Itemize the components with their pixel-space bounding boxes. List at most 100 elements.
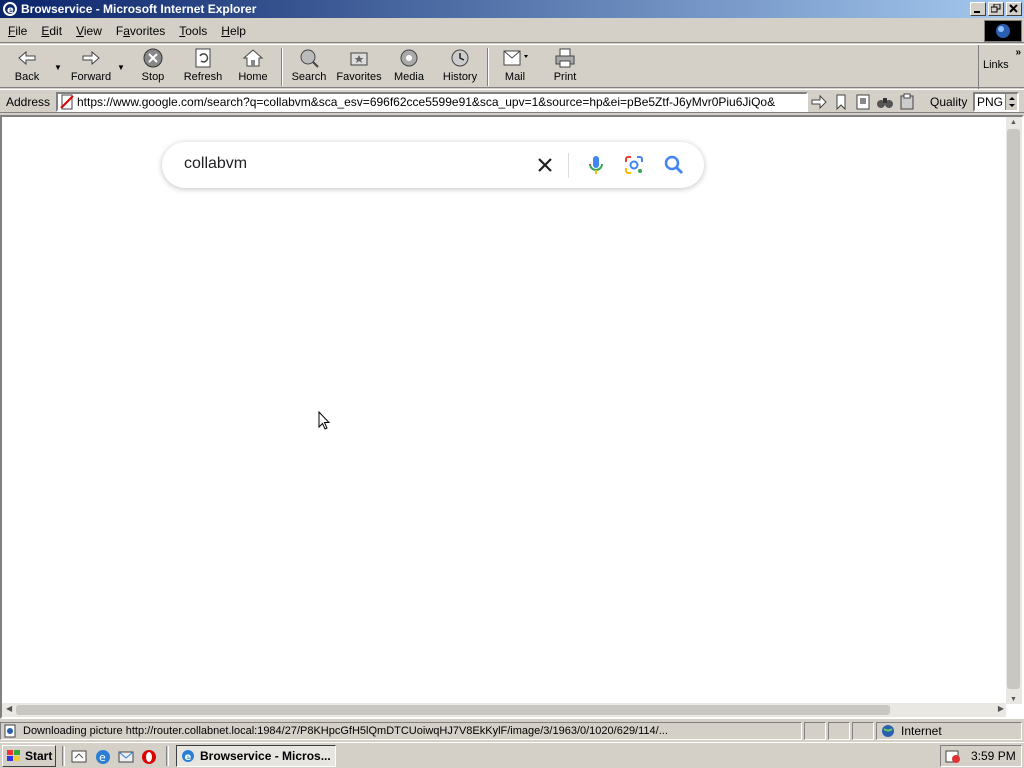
search-magnifier-icon[interactable] (662, 153, 686, 177)
svg-text:e: e (99, 751, 106, 764)
search-query[interactable]: collabvm (184, 155, 247, 173)
title-bar: e Browservice - Microsoft Internet Explo… (0, 0, 1024, 18)
vertical-scrollbar[interactable]: ▲ ▼ (1006, 117, 1022, 704)
page-icon (60, 94, 74, 110)
links-bar[interactable]: » Links (978, 45, 1024, 89)
bookmark-icon[interactable] (832, 93, 850, 111)
menu-bar: File Edit View Favorites Tools Help (0, 19, 1024, 43)
clear-icon[interactable] (534, 154, 556, 176)
scroll-up-icon[interactable]: ▲ (1010, 119, 1017, 126)
menu-favorites[interactable]: Favorites (108, 24, 171, 38)
mouse-cursor-icon (318, 411, 331, 430)
google-lens-icon[interactable] (622, 153, 646, 177)
menu-tools[interactable]: Tools (171, 24, 213, 38)
favorites-button[interactable]: Favorites (334, 47, 384, 87)
menu-file[interactable]: File (0, 24, 33, 38)
forward-arrow-icon (82, 50, 100, 66)
menu-help[interactable]: Help (213, 24, 252, 38)
find-binoculars-icon[interactable] (876, 93, 894, 111)
printer-icon (555, 48, 575, 68)
clock: 3:59 PM (971, 749, 1016, 763)
quality-value: PNG (977, 95, 1004, 109)
ie-window-icon: e (182, 750, 194, 763)
refresh-button[interactable]: Refresh (182, 47, 224, 87)
internet-explorer-icon[interactable]: e (94, 748, 112, 766)
status-message-pane: Downloading picture http://router.collab… (0, 722, 802, 740)
ie-icon: e (3, 2, 17, 16)
refresh-icon (195, 48, 211, 68)
minimize-button[interactable] (970, 2, 986, 16)
opera-icon[interactable] (140, 748, 158, 766)
scheduler-icon[interactable] (945, 748, 961, 764)
address-url: https://www.google.com/search?q=collabvm… (77, 95, 776, 109)
toolbar-separator (281, 48, 283, 86)
standard-toolbar: Back ▼ Forward ▼ Stop Refresh Home Searc… (0, 44, 1024, 89)
google-search-box[interactable]: collabvm (162, 142, 704, 188)
address-input[interactable]: https://www.google.com/search?q=collabvm… (56, 92, 808, 112)
media-icon (400, 49, 418, 67)
close-button[interactable] (1006, 2, 1022, 16)
back-dropdown-icon[interactable]: ▼ (54, 63, 62, 72)
taskbar-separator (62, 746, 65, 766)
menu-view[interactable]: View (68, 24, 108, 38)
search-divider (568, 153, 569, 178)
taskbar: Start e e Browservice - Micros... 3:59 P… (0, 742, 1024, 768)
taskbar-window-button[interactable]: e Browservice - Micros... (176, 745, 336, 767)
status-bar: Downloading picture http://router.collab… (0, 721, 1024, 741)
vertical-scroll-thumb[interactable] (1007, 129, 1020, 689)
page-content: collabvm ▲ ▼ ◀ ▶ (0, 115, 1024, 719)
print-button[interactable]: Print (548, 47, 582, 87)
start-button[interactable]: Start (2, 745, 56, 767)
toolbar-separator (487, 48, 489, 86)
menu-edit[interactable]: Edit (33, 24, 68, 38)
security-zone: Internet (876, 722, 1022, 740)
back-button[interactable]: Back (8, 47, 46, 87)
stop-button[interactable]: Stop (136, 47, 170, 87)
show-desktop-icon[interactable] (70, 748, 88, 766)
windows-logo-icon (984, 20, 1022, 42)
mail-button[interactable]: Mail (496, 47, 534, 87)
media-button[interactable]: Media (390, 47, 428, 87)
favorites-folder-icon (350, 52, 368, 66)
search-button[interactable]: Search (290, 47, 328, 87)
quality-spinner[interactable] (1005, 94, 1017, 110)
svg-text:e: e (7, 5, 14, 16)
history-button[interactable]: History (440, 47, 480, 87)
go-arrow-icon[interactable] (810, 93, 828, 111)
status-pane (828, 722, 850, 740)
taskbar-separator (166, 746, 169, 766)
back-arrow-icon (18, 50, 36, 66)
chevron-right-icon[interactable]: » (1015, 47, 1021, 58)
outlook-express-icon[interactable] (117, 748, 135, 766)
scroll-right-icon[interactable]: ▶ (998, 704, 1004, 713)
horizontal-scrollbar[interactable]: ◀ ▶ (2, 703, 1006, 717)
restore-button[interactable] (988, 2, 1004, 16)
system-tray: 3:59 PM (940, 745, 1022, 767)
scroll-left-icon[interactable]: ◀ (6, 704, 12, 713)
quality-label: Quality (930, 95, 968, 109)
scroll-down-icon[interactable]: ▼ (1010, 696, 1017, 703)
home-button[interactable]: Home (236, 47, 270, 87)
svg-text:e: e (185, 752, 192, 763)
mail-icon (503, 50, 528, 66)
address-bar: Address https://www.google.com/search?q=… (0, 89, 1024, 113)
history-icon (451, 49, 469, 67)
stop-icon (143, 48, 163, 68)
open-page-icon[interactable] (854, 93, 872, 111)
windows-flag-icon (7, 750, 20, 761)
page-loading-icon (4, 724, 16, 738)
status-text: Downloading picture http://router.collab… (23, 725, 668, 737)
clipboard-icon[interactable] (898, 93, 916, 111)
internet-globe-icon (882, 725, 894, 737)
zone-label: Internet (901, 724, 942, 738)
horizontal-scroll-thumb[interactable] (16, 705, 890, 715)
home-icon (242, 49, 264, 67)
search-globe-icon (300, 49, 319, 68)
microphone-icon[interactable] (584, 153, 608, 177)
address-label: Address (6, 95, 51, 109)
forward-button[interactable]: Forward (68, 47, 114, 87)
forward-dropdown-icon[interactable]: ▼ (117, 63, 125, 72)
window-title: Browservice - Microsoft Internet Explore… (21, 2, 257, 16)
quality-select[interactable]: PNG (973, 92, 1019, 112)
status-pane (852, 722, 874, 740)
